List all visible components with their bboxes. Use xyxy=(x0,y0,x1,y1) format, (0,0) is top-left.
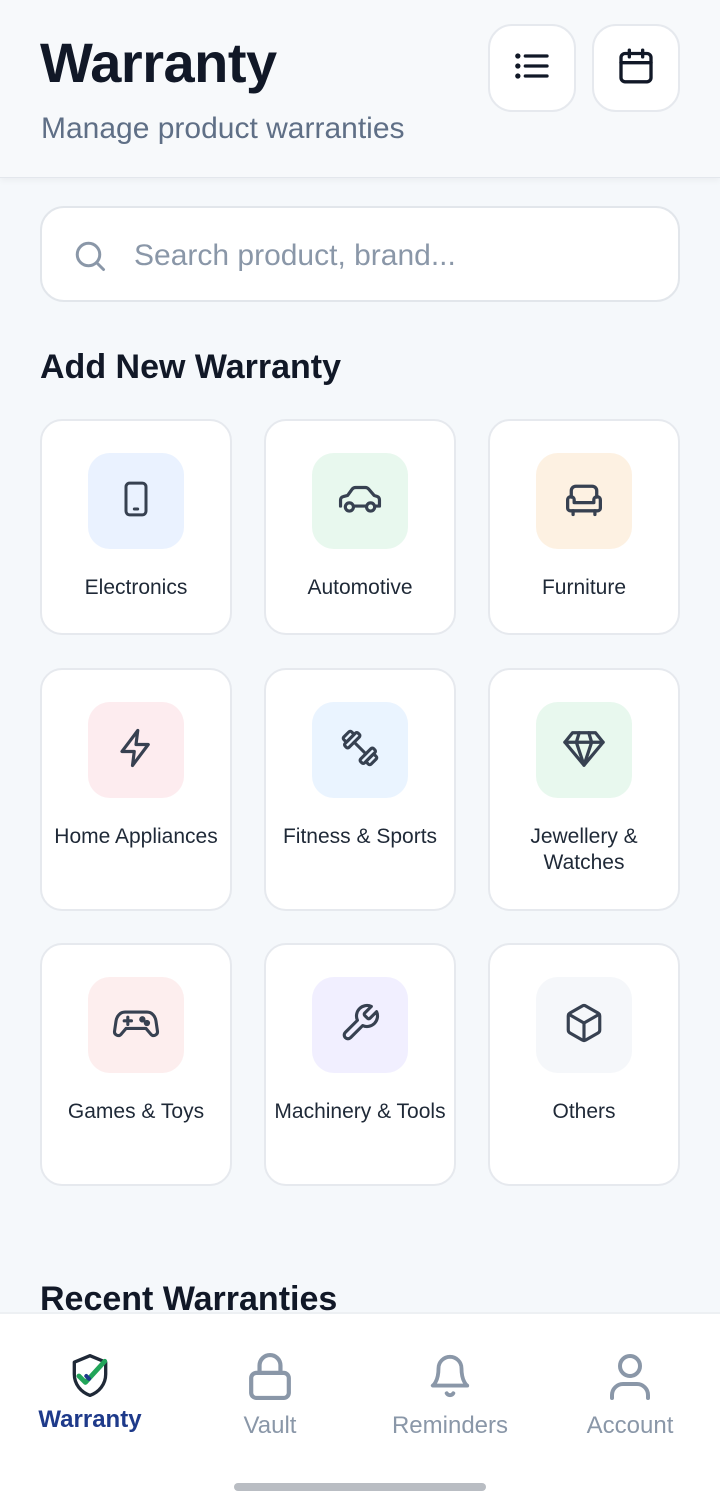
category-label: Furniture xyxy=(541,576,627,599)
category-label: Automotive xyxy=(307,576,413,599)
calendar-button[interactable] xyxy=(592,24,680,112)
search-bar[interactable] xyxy=(40,206,680,302)
bottom-navigation: Warranty Vault Reminders Account xyxy=(0,1312,720,1502)
nav-label: Vault xyxy=(243,1412,297,1439)
list-icon xyxy=(512,46,552,91)
bell-icon xyxy=(427,1348,473,1404)
category-icon-badge xyxy=(88,453,184,549)
category-icon-badge xyxy=(536,977,632,1073)
category-label: Electronics xyxy=(84,576,188,599)
category-card-jewellery-watches[interactable]: Jewellery & Watches xyxy=(488,668,680,911)
category-icon-badge xyxy=(88,702,184,798)
nav-account[interactable]: Account xyxy=(540,1314,720,1474)
search-input[interactable] xyxy=(134,226,654,286)
car-icon xyxy=(337,479,383,524)
list-view-button[interactable] xyxy=(488,24,576,112)
category-label: Machinery & Tools xyxy=(274,1100,446,1123)
diamond-icon xyxy=(561,727,607,774)
page-subtitle: Manage product warranties xyxy=(41,112,405,145)
category-label: Fitness & Sports xyxy=(282,825,438,848)
category-card-games-toys[interactable]: Games & Toys xyxy=(40,943,232,1186)
category-label: Home Appliances xyxy=(54,825,218,848)
box-icon xyxy=(563,1002,605,1049)
nav-warranty[interactable]: Warranty xyxy=(0,1314,180,1474)
app-header: Warranty Manage product warranties xyxy=(0,0,720,178)
category-icon-badge xyxy=(312,977,408,1073)
category-icon-badge xyxy=(88,977,184,1073)
nav-reminders[interactable]: Reminders xyxy=(360,1314,540,1474)
lightning-icon xyxy=(115,727,157,774)
add-warranty-heading: Add New Warranty xyxy=(40,348,342,386)
category-card-automotive[interactable]: Automotive xyxy=(264,419,456,635)
category-icon-badge xyxy=(536,453,632,549)
category-card-machinery-tools[interactable]: Machinery & Tools xyxy=(264,943,456,1186)
nav-label: Reminders xyxy=(391,1412,509,1439)
search-icon xyxy=(72,238,108,274)
calendar-icon xyxy=(616,46,656,91)
category-icon-badge xyxy=(536,702,632,798)
page-title: Warranty xyxy=(40,31,277,94)
category-label: Jewellery & Watches xyxy=(530,825,638,874)
lock-icon xyxy=(247,1348,293,1404)
category-card-home-appliances[interactable]: Home Appliances xyxy=(40,668,232,911)
category-label: Others xyxy=(552,1100,616,1123)
nav-label: Warranty xyxy=(38,1406,142,1433)
wrench-icon xyxy=(339,1002,381,1049)
category-card-fitness-sports[interactable]: Fitness & Sports xyxy=(264,668,456,911)
gamepad-icon xyxy=(112,1003,160,1048)
smartphone-icon xyxy=(116,479,156,524)
category-icon-badge xyxy=(312,453,408,549)
user-icon xyxy=(608,1348,652,1404)
category-icon-badge xyxy=(312,702,408,798)
nav-vault[interactable]: Vault xyxy=(180,1314,360,1474)
dumbbell-icon xyxy=(338,726,382,775)
sofa-icon xyxy=(562,479,606,524)
category-card-electronics[interactable]: Electronics xyxy=(40,419,232,635)
home-indicator xyxy=(234,1483,486,1491)
category-card-furniture[interactable]: Furniture xyxy=(488,419,680,635)
nav-label: Account xyxy=(586,1412,674,1439)
category-label: Games & Toys xyxy=(67,1100,205,1123)
shield-check-icon xyxy=(67,1348,113,1404)
category-card-others[interactable]: Others xyxy=(488,943,680,1186)
